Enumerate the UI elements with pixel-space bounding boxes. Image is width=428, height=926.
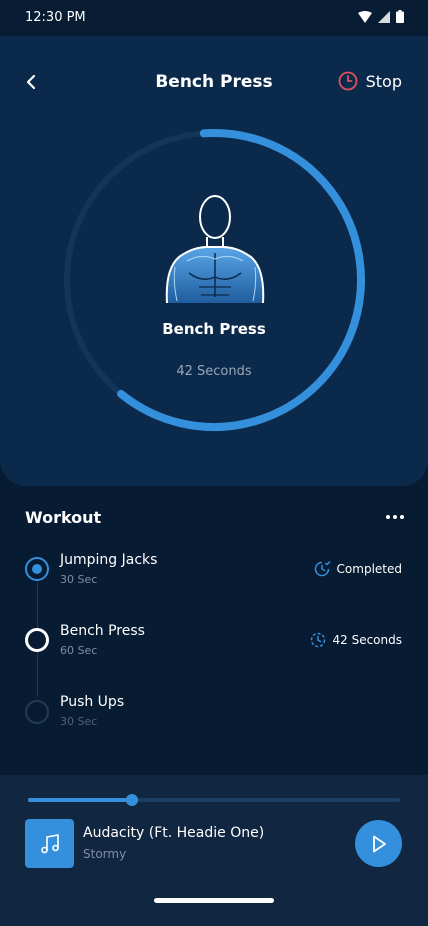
status-bar: 12:30 PM <box>0 0 428 36</box>
workout-item-push-ups[interactable]: Push Ups 30 Sec <box>0 694 428 734</box>
album-art <box>25 819 74 868</box>
current-exercise-time: 42 Seconds <box>176 364 252 379</box>
workout-item-status: 42 Seconds <box>309 631 403 649</box>
wifi-icon <box>358 10 372 23</box>
timer-icon <box>310 632 325 648</box>
clock-icon <box>338 71 358 91</box>
workout-item-name: Jumping Jacks <box>60 552 158 568</box>
play-icon <box>372 835 386 852</box>
workout-section-title: Workout <box>25 508 102 527</box>
music-note-icon <box>40 833 59 853</box>
playback-progress-fill <box>28 798 133 802</box>
workout-item-bench-press[interactable]: Bench Press 60 Sec 42 Seconds <box>0 623 428 663</box>
pending-indicator <box>25 700 49 724</box>
workout-item-status: Completed <box>313 560 402 578</box>
stop-button[interactable]: Stop <box>338 71 402 91</box>
check-clock-icon <box>314 560 331 577</box>
workout-item-duration: 30 Sec <box>60 573 98 586</box>
status-label: 42 Seconds <box>332 633 403 647</box>
current-exercise-name: Bench Press <box>162 320 266 338</box>
more-dot <box>400 515 404 519</box>
completed-indicator <box>25 557 49 581</box>
status-icons <box>358 10 404 23</box>
more-dot <box>386 515 390 519</box>
play-button[interactable] <box>355 820 402 867</box>
home-indicator[interactable] <box>154 898 274 903</box>
song-artist: Stormy <box>83 847 127 861</box>
status-label: Completed <box>336 562 402 576</box>
active-indicator <box>25 628 49 652</box>
battery-icon <box>396 10 404 23</box>
chest-muscle-icon <box>165 195 265 304</box>
song-title: Audacity (Ft. Headie One) <box>83 825 265 841</box>
workout-item-duration: 30 Sec <box>60 715 98 728</box>
workout-item-duration: 60 Sec <box>60 644 98 657</box>
workout-item-jumping-jacks[interactable]: Jumping Jacks 30 Sec Completed <box>0 552 428 592</box>
more-options-button[interactable] <box>382 508 404 526</box>
signal-icon <box>378 10 390 23</box>
more-dot <box>393 515 397 519</box>
workout-item-name: Bench Press <box>60 623 145 639</box>
stop-label: Stop <box>365 71 402 91</box>
status-time: 12:30 PM <box>25 10 86 25</box>
workout-item-name: Push Ups <box>60 694 125 710</box>
